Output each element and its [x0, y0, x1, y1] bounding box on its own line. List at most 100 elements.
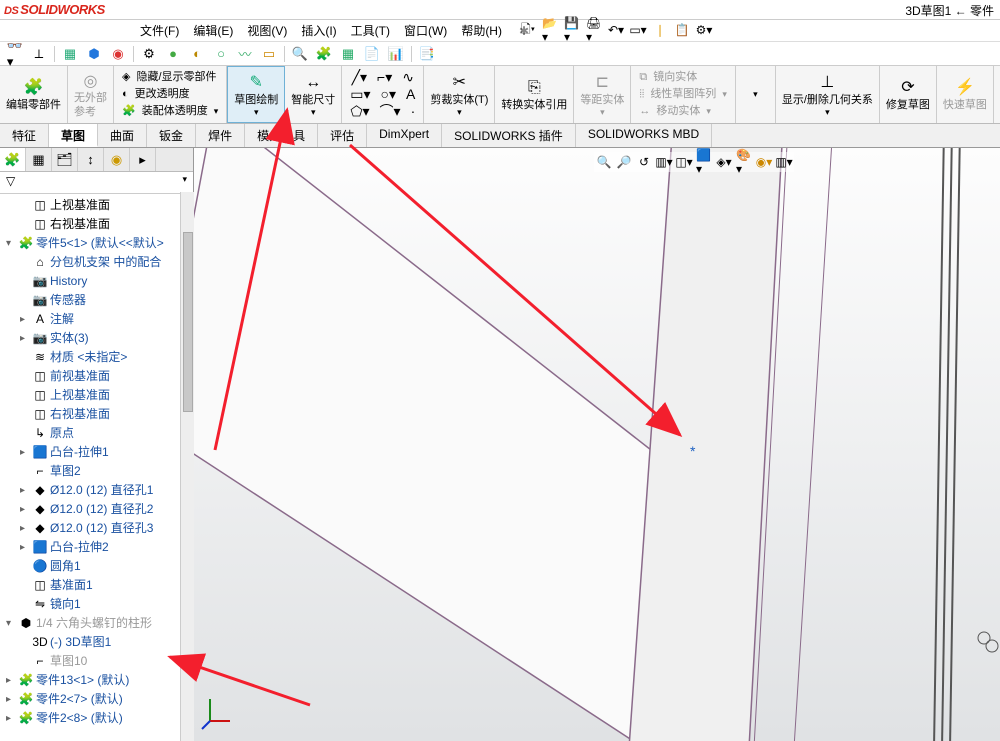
- undo-icon[interactable]: ↶▾: [608, 22, 624, 38]
- zoom-fit-icon[interactable]: 🔍: [596, 154, 612, 170]
- menu-help[interactable]: 帮助(H): [461, 22, 502, 39]
- mirror-button[interactable]: ⧉镜向实体: [635, 69, 701, 86]
- offset-button[interactable]: ⊏ 等距实体 ▾: [574, 66, 631, 123]
- tree-node[interactable]: 📷History: [0, 272, 193, 291]
- polygon-tool-icon[interactable]: ⬠▾: [350, 103, 369, 120]
- measure-icon[interactable]: 🔍: [291, 45, 309, 63]
- sketch-button[interactable]: ✎ 草图绘制 ▾: [227, 66, 285, 123]
- tree-scrollbar[interactable]: [180, 192, 194, 741]
- filter-dropdown[interactable]: ▽▾: [0, 172, 193, 194]
- tab-weldment[interactable]: 焊件: [196, 124, 245, 147]
- bom-icon[interactable]: 📑: [418, 45, 436, 63]
- tree-node[interactable]: ▸A注解: [0, 310, 193, 329]
- tree-node[interactable]: ◫上视基准面: [0, 386, 193, 405]
- edit-part-button[interactable]: 🧩 编辑零部件: [0, 66, 68, 123]
- orientation-icon[interactable]: ◫▾: [676, 154, 692, 170]
- select-icon[interactable]: ▭▾: [630, 22, 646, 38]
- view-icon[interactable]: ⬢: [85, 45, 103, 63]
- repair-sketch-button[interactable]: ⟳ 修复草图: [880, 66, 937, 123]
- ext-ref-button[interactable]: ◎ 无外部 参考: [68, 66, 114, 123]
- hide-show-button[interactable]: ◈隐藏/显示零部件: [118, 69, 221, 86]
- report-icon[interactable]: 📊: [387, 45, 405, 63]
- tree-node[interactable]: 🔵圆角1: [0, 557, 193, 576]
- dim-tab[interactable]: ↕: [78, 148, 104, 171]
- tab-sketch[interactable]: 草图: [49, 124, 98, 147]
- sheet-icon[interactable]: ▭: [260, 45, 278, 63]
- tree-node[interactable]: ▸🧩零件2<7> (默认): [0, 690, 193, 709]
- display-icon[interactable]: ▦: [61, 45, 79, 63]
- config-tab[interactable]: 🗂: [52, 148, 78, 171]
- tab-sheetmetal[interactable]: 钣金: [147, 124, 196, 147]
- tree-node[interactable]: ≋材质 <未指定>: [0, 348, 193, 367]
- arc-tool-icon[interactable]: ⌒▾: [380, 103, 401, 120]
- doc-icon[interactable]: 📄: [363, 45, 381, 63]
- menu-tools[interactable]: 工具(T): [351, 22, 390, 39]
- transparency-button[interactable]: ◐更改透明度: [118, 86, 194, 103]
- tree-node[interactable]: ⇋镜向1: [0, 595, 193, 614]
- text-tool-icon[interactable]: A: [406, 86, 415, 103]
- tree-node[interactable]: ▾⬢1/4 六角头螺钉的柱形: [0, 614, 193, 633]
- menu-file[interactable]: 文件(F): [140, 22, 179, 39]
- menu-insert[interactable]: 插入(I): [301, 22, 336, 39]
- tree-node[interactable]: ▸◆Ø12.0 (12) 直径孔1: [0, 481, 193, 500]
- convert-button[interactable]: ⎘ 转换实体引用: [495, 66, 574, 123]
- section-icon[interactable]: ▥▾: [656, 154, 672, 170]
- tab-mbd[interactable]: SOLIDWORKS MBD: [576, 124, 712, 147]
- menu-edit[interactable]: 编辑(E): [193, 22, 233, 39]
- excel-icon[interactable]: ▦: [339, 45, 357, 63]
- tab-feature[interactable]: 特征: [0, 124, 49, 147]
- scene-icon[interactable]: ◉▾: [756, 154, 772, 170]
- graphics-viewport[interactable]: * 🔍 🔎 ↺ ▥▾ ◫▾ 🟦▾ ◈▾ 🎨▾ ◉▾ ▥▾: [194, 148, 1000, 741]
- tree-node[interactable]: ↳原点: [0, 424, 193, 443]
- new-icon[interactable]: 🗋▾: [520, 22, 536, 38]
- view-settings-icon[interactable]: ▥▾: [776, 154, 792, 170]
- tree-node[interactable]: ▸◆Ø12.0 (12) 直径孔3: [0, 519, 193, 538]
- menu-view[interactable]: 视图(V): [247, 22, 287, 39]
- display-tab[interactable]: ◉: [104, 148, 130, 171]
- pattern-button[interactable]: ⦙⦙线性草图阵列▾: [635, 86, 730, 103]
- zoom-area-icon[interactable]: 🔎: [616, 154, 632, 170]
- appearance-icon[interactable]: ◉: [109, 45, 127, 63]
- part-icon[interactable]: ●: [164, 45, 182, 63]
- tab-mold[interactable]: 模具工具: [245, 124, 318, 147]
- tree-node[interactable]: ▸🟦凸台-拉伸1: [0, 443, 193, 462]
- gear-icon[interactable]: ⚙: [140, 45, 158, 63]
- tab-evaluate[interactable]: 评估: [318, 124, 367, 147]
- rect-tool-icon[interactable]: ▭▾: [350, 86, 370, 103]
- quick-sketch-button[interactable]: ⚡ 快速草图: [937, 66, 994, 123]
- tree-node[interactable]: ◫上视基准面: [0, 196, 193, 215]
- tree-node[interactable]: ◫前视基准面: [0, 367, 193, 386]
- feature-tree-tab[interactable]: 🧩: [0, 148, 26, 171]
- tree-node[interactable]: ◫右视基准面: [0, 405, 193, 424]
- tree-node[interactable]: ⌐草图10: [0, 652, 193, 671]
- move-button[interactable]: ↔移动实体▾: [635, 103, 715, 120]
- smart-dimension-button[interactable]: ↔ 智能尺寸 ▾: [285, 66, 342, 123]
- tree-node[interactable]: ▸🧩零件13<1> (默认): [0, 671, 193, 690]
- tab-addins[interactable]: SOLIDWORKS 插件: [442, 124, 576, 147]
- print-icon[interactable]: 🖨▾: [586, 22, 602, 38]
- feature-tree[interactable]: ◫上视基准面◫右视基准面▾🧩零件5<1> (默认<<默认>⌂分包机支架 中的配合…: [0, 194, 193, 741]
- assembly-transparency-button[interactable]: 🧩装配体透明度▾: [118, 103, 222, 120]
- spline-icon[interactable]: 〰: [236, 45, 254, 63]
- tree-node[interactable]: ▸🧩零件2<8> (默认): [0, 709, 193, 728]
- edit-appearance-icon[interactable]: 🎨▾: [736, 154, 752, 170]
- point-tool-icon[interactable]: ·: [411, 103, 416, 120]
- line-tool-icon[interactable]: ╱▾: [352, 69, 367, 86]
- property-tab[interactable]: ▦: [26, 148, 52, 171]
- trim-button[interactable]: ✂ 剪裁实体(T) ▾: [424, 66, 495, 123]
- overflow-tab[interactable]: ▸: [130, 148, 156, 171]
- tab-surface[interactable]: 曲面: [98, 124, 147, 147]
- prev-view-icon[interactable]: ↺: [636, 154, 652, 170]
- tree-node[interactable]: 📷传感器: [0, 291, 193, 310]
- tree-node[interactable]: ▸🟦凸台-拉伸2: [0, 538, 193, 557]
- tree-node[interactable]: 3D(-) 3D草图1: [0, 633, 193, 652]
- tree-node[interactable]: ▸📷实体(3): [0, 329, 193, 348]
- circle-tool-icon[interactable]: ○▾: [381, 86, 396, 103]
- display-style-icon[interactable]: 🟦▾: [696, 154, 712, 170]
- tab-dimxpert[interactable]: DimXpert: [367, 124, 442, 147]
- menu-window[interactable]: 窗口(W): [404, 22, 447, 39]
- rebuild-icon[interactable]: ❘: [652, 22, 668, 38]
- options-icon[interactable]: 📋: [674, 22, 690, 38]
- reference-icon[interactable]: ⟂: [30, 45, 48, 63]
- circle-icon[interactable]: ○: [212, 45, 230, 63]
